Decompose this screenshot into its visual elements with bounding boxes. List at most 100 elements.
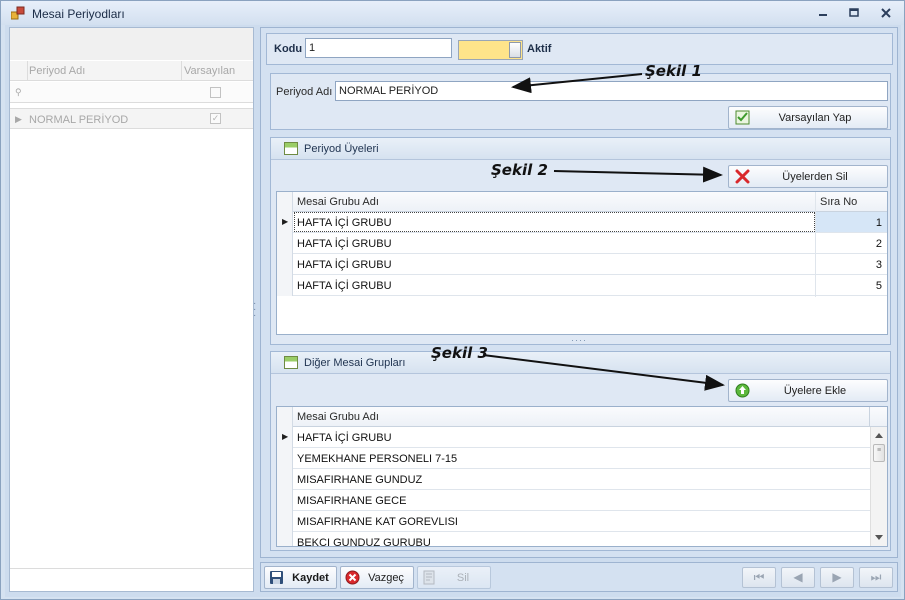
list-item[interactable]: MISAFIRHANE GUNDUZ bbox=[277, 469, 870, 490]
annotation-sekil-3: Şekil 3 bbox=[431, 344, 488, 362]
diger-gruplar-group: Diğer Mesai Grupları Üyelere Ekle Mesai … bbox=[270, 351, 891, 551]
uyelere-ekle-button[interactable]: Üyelere Ekle bbox=[728, 379, 888, 402]
periyod-uyeleri-header: Periyod Üyeleri bbox=[271, 138, 890, 160]
cell-group-name: BEKCI GUNDUZ GURUBU bbox=[297, 537, 431, 547]
cell-order: 5 bbox=[875, 280, 882, 292]
scroll-thumb[interactable]: ≡ bbox=[873, 444, 885, 462]
last-record-icon: ⏭ bbox=[870, 570, 882, 584]
detail-panel: Kodu 1 Aktif Periyod Adı NORMAL PERİYOD … bbox=[260, 27, 898, 558]
aktif-label: Aktif bbox=[527, 43, 552, 55]
column-header-mesai-grubu[interactable]: Mesai Grubu Adı bbox=[297, 411, 379, 423]
annotation-sekil-1: Şekil 1 bbox=[645, 62, 702, 80]
filter-icon: ⚲ bbox=[15, 87, 22, 97]
cell-group-name: HAFTA İÇİ GRUBU bbox=[297, 238, 392, 250]
column-header-varsayilan[interactable]: Varsayılan bbox=[184, 65, 235, 77]
uyelerden-sil-label: Üyelerden Sil bbox=[782, 170, 848, 183]
group-panel-icon bbox=[284, 356, 298, 369]
row-indicator-icon: ▶ bbox=[15, 114, 22, 124]
uyelere-ekle-label: Üyelere Ekle bbox=[783, 384, 847, 397]
group-panel bbox=[10, 28, 253, 60]
periyod-list-grid[interactable]: Periyod Adı Varsayılan ⚲ ▶ NORMAL PERİYO… bbox=[9, 27, 254, 592]
kodu-panel: Kodu 1 Aktif bbox=[266, 33, 893, 65]
window-title: Mesai Periyodları bbox=[32, 7, 125, 21]
group-panel-icon bbox=[284, 142, 298, 155]
periyod-panel: Periyod Adı NORMAL PERİYOD Varsayılan Ya… bbox=[270, 73, 891, 130]
toggle-knob bbox=[509, 42, 521, 58]
table-row[interactable]: HAFTA İÇİ GRUBU 2 bbox=[277, 233, 887, 254]
client-area: Periyod Adı Varsayılan ⚲ ▶ NORMAL PERİYO… bbox=[5, 25, 901, 597]
first-record-icon: ⏮ bbox=[753, 570, 765, 584]
column-header-periyod-adi[interactable]: Periyod Adı bbox=[29, 65, 85, 77]
list-item[interactable]: MISAFIRHANE GECE bbox=[277, 490, 870, 511]
kaydet-label: Kaydet bbox=[292, 571, 329, 584]
minimize-icon bbox=[819, 14, 827, 16]
list-item[interactable]: MISAFIRHANE KAT GOREVLISI bbox=[277, 511, 870, 532]
uyeler-grid-header: Mesai Grubu Adı Sıra No bbox=[277, 192, 887, 212]
periyod-adi-input[interactable]: NORMAL PERİYOD bbox=[335, 81, 888, 101]
diger-gruplar-title: Diğer Mesai Grupları bbox=[304, 357, 406, 369]
main-window: Mesai Periyodları Periyod Adı Varsayılan… bbox=[0, 0, 905, 600]
minimize-button[interactable] bbox=[814, 5, 832, 21]
nav-prev-button[interactable]: ◀ bbox=[781, 567, 815, 588]
left-grid-header: Periyod Adı Varsayılan bbox=[10, 61, 253, 81]
row-default-checkbox[interactable]: ✓ bbox=[210, 113, 221, 124]
nav-next-button[interactable]: ▶ bbox=[820, 567, 854, 588]
column-header-mesai-grubu[interactable]: Mesai Grubu Adı bbox=[297, 196, 379, 208]
row-indicator: ▶ bbox=[277, 212, 293, 233]
periyod-uyeleri-title: Periyod Üyeleri bbox=[304, 143, 379, 155]
list-item[interactable]: BEKCI GUNDUZ GURUBU bbox=[277, 532, 870, 547]
aktif-toggle[interactable] bbox=[458, 40, 523, 60]
close-button[interactable] bbox=[877, 5, 895, 21]
title-bar: Mesai Periyodları bbox=[1, 1, 904, 25]
nav-first-button[interactable]: ⏮ bbox=[742, 567, 776, 588]
vertical-scrollbar[interactable]: ≡ bbox=[870, 427, 887, 546]
column-header-sira-no[interactable]: Sıra No bbox=[820, 196, 857, 208]
periyod-uyeleri-group: Periyod Üyeleri Üyelerden Sil Mesai Grub… bbox=[270, 137, 891, 345]
table-row[interactable]: ▶ NORMAL PERİYOD ✓ bbox=[10, 108, 253, 129]
nav-last-button[interactable]: ⏭ bbox=[859, 567, 893, 588]
table-row[interactable]: ▶ HAFTA İÇİ GRUBU 1 bbox=[277, 212, 887, 233]
kaydet-button[interactable]: Kaydet bbox=[264, 566, 337, 589]
table-row[interactable]: HAFTA İÇİ GRUBU 5 bbox=[277, 275, 887, 296]
grid-splitter-grip[interactable]: ···· bbox=[571, 335, 587, 345]
kodu-input[interactable]: 1 bbox=[305, 38, 452, 58]
vazgec-button[interactable]: Vazgeç bbox=[340, 566, 414, 589]
row-indicator: ▶ bbox=[277, 427, 293, 448]
bottom-toolbar: Kaydet Vazgeç Sil ⏮ ◀ ▶ ⏭ bbox=[260, 562, 898, 592]
next-record-icon: ▶ bbox=[832, 570, 842, 584]
diger-grid-header: Mesai Grubu Adı bbox=[277, 407, 887, 427]
scroll-down-icon[interactable] bbox=[874, 534, 884, 542]
table-row[interactable]: HAFTA İÇİ GRUBU 3 bbox=[277, 254, 887, 275]
scroll-up-icon[interactable] bbox=[874, 431, 884, 439]
splitter-handle[interactable]: · · · bbox=[253, 299, 256, 321]
list-item[interactable]: ▶ HAFTA İÇİ GRUBU bbox=[277, 427, 870, 448]
vazgec-label: Vazgeç bbox=[368, 571, 404, 584]
uyelerden-sil-button[interactable]: Üyelerden Sil bbox=[728, 165, 888, 188]
periyod-adi-label: Periyod Adı bbox=[276, 86, 333, 98]
row-periyod-name: NORMAL PERİYOD bbox=[29, 114, 129, 126]
varsayilan-yap-label: Varsayılan Yap bbox=[778, 111, 852, 124]
diger-gruplar-grid[interactable]: Mesai Grubu Adı ▶ HAFTA İÇİ GRUBU YEMEKH… bbox=[276, 406, 888, 547]
maximize-button[interactable] bbox=[845, 5, 863, 21]
varsayilan-yap-button[interactable]: Varsayılan Yap bbox=[728, 106, 888, 129]
cell-group-name: MISAFIRHANE KAT GOREVLISI bbox=[297, 516, 458, 528]
left-grid-footer bbox=[10, 568, 253, 591]
prev-record-icon: ◀ bbox=[793, 570, 803, 584]
cell-group-name: HAFTA İÇİ GRUBU bbox=[297, 259, 392, 271]
sil-button[interactable]: Sil bbox=[417, 566, 491, 589]
cell-group-name: HAFTA İÇİ GRUBU bbox=[297, 280, 392, 292]
app-icon bbox=[11, 6, 25, 20]
kodu-label: Kodu bbox=[274, 43, 303, 55]
cell-group-name: HAFTA İÇİ GRUBU bbox=[297, 432, 392, 444]
cell-group-name: HAFTA İÇİ GRUBU bbox=[297, 217, 392, 229]
cell-group-name: MISAFIRHANE GECE bbox=[297, 495, 407, 507]
close-icon bbox=[881, 8, 891, 18]
cell-order: 2 bbox=[875, 238, 882, 250]
uyeler-grid[interactable]: Mesai Grubu Adı Sıra No ▶ HAFTA İÇİ GRUB… bbox=[276, 191, 888, 335]
diger-gruplar-header: Diğer Mesai Grupları bbox=[271, 352, 890, 374]
annotation-sekil-2: Şekil 2 bbox=[491, 161, 548, 179]
auto-filter-row[interactable]: ⚲ bbox=[10, 82, 253, 103]
cell-order: 3 bbox=[875, 259, 882, 271]
filter-checkbox[interactable] bbox=[210, 87, 221, 98]
list-item[interactable]: YEMEKHANE PERSONELI 7-15 bbox=[277, 448, 870, 469]
